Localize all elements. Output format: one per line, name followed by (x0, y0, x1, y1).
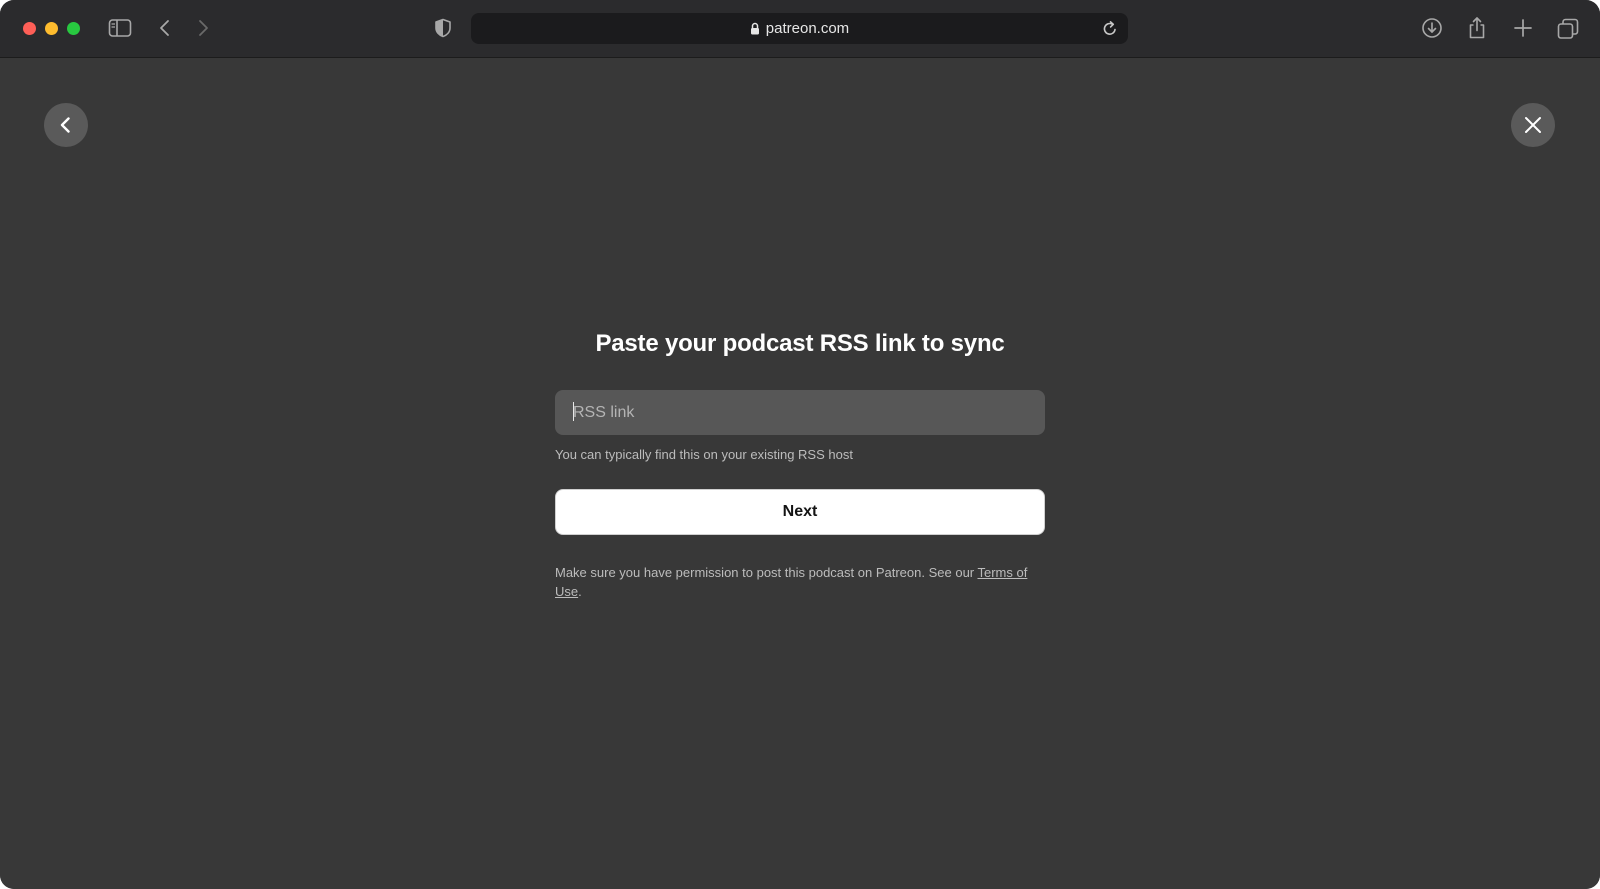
tab-overview-icon[interactable] (1557, 18, 1579, 40)
reload-icon[interactable] (1102, 20, 1118, 37)
text-cursor (573, 402, 574, 421)
share-icon[interactable] (1467, 16, 1487, 40)
sidebar-toggle-icon[interactable] (108, 18, 132, 38)
browser-window: patreon.com Paste your podcast RSS link … (0, 0, 1600, 889)
page-title: Paste your podcast RSS link to sync (595, 330, 1005, 357)
url-text: patreon.com (765, 20, 850, 37)
rss-sync-form: Paste your podcast RSS link to sync You … (555, 328, 1045, 601)
next-button[interactable]: Next (555, 489, 1045, 535)
input-hint: You can typically find this on your exis… (555, 447, 853, 462)
zoom-window-button[interactable] (67, 22, 80, 35)
page-content: Paste your podcast RSS link to sync You … (0, 58, 1600, 889)
legal-notice: Make sure you have permission to post th… (555, 563, 1045, 601)
browser-toolbar: patreon.com (0, 0, 1600, 58)
forward-nav-icon[interactable] (196, 18, 210, 38)
rss-link-input[interactable] (555, 390, 1045, 435)
chevron-left-icon (59, 116, 73, 134)
close-icon (1524, 116, 1542, 134)
minimize-window-button[interactable] (45, 22, 58, 35)
back-nav-icon[interactable] (158, 18, 172, 38)
close-button[interactable] (1511, 103, 1555, 147)
new-tab-icon[interactable] (1513, 18, 1533, 38)
legal-text: Make sure you have permission to post th… (555, 565, 978, 580)
legal-suffix: . (578, 584, 582, 599)
address-bar[interactable]: patreon.com (471, 13, 1128, 44)
privacy-shield-icon[interactable] (434, 18, 452, 38)
downloads-icon[interactable] (1421, 17, 1443, 39)
close-window-button[interactable] (23, 22, 36, 35)
back-button[interactable] (44, 103, 88, 147)
lock-icon (750, 22, 760, 35)
